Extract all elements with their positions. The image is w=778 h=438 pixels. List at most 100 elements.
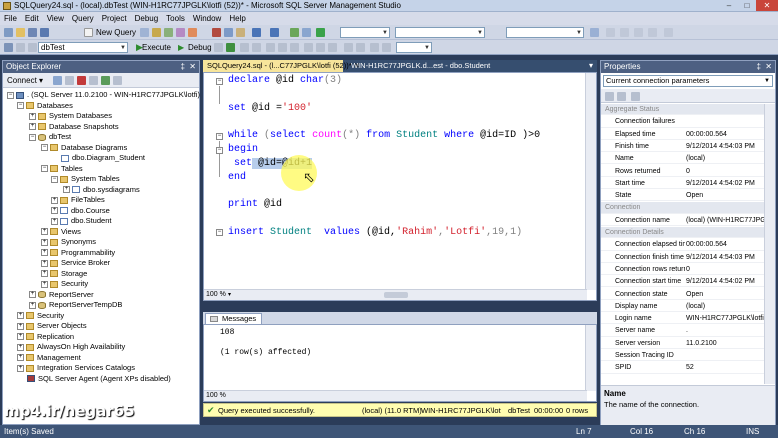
debug-button[interactable]: Debug: [188, 43, 212, 52]
property-row[interactable]: Connection elapsed tim 00:00:00.564: [601, 239, 764, 251]
tree-node-database-diagrams[interactable]: − Database Diagrams: [41, 143, 127, 153]
solution-config-combo[interactable]: ▼: [340, 27, 390, 38]
results-grid-icon[interactable]: [316, 43, 325, 52]
include-plan-icon[interactable]: [278, 43, 287, 52]
cut-icon[interactable]: [212, 28, 221, 37]
property-row[interactable]: Server version 11.0.2100: [601, 338, 764, 349]
specify-values-combo[interactable]: ▼: [396, 42, 432, 53]
property-row[interactable]: Display name (local): [601, 301, 764, 313]
expand-icon[interactable]: +: [41, 259, 48, 267]
tree-node-db-security[interactable]: + Security: [41, 279, 88, 289]
property-row[interactable]: SPID 52: [601, 362, 764, 374]
display-plan-icon[interactable]: [240, 43, 249, 52]
save-all-icon[interactable]: [40, 28, 49, 37]
client-stats-icon[interactable]: [290, 43, 299, 52]
execute-button[interactable]: Execute: [142, 43, 171, 52]
results-file-icon[interactable]: [328, 43, 337, 52]
property-row[interactable]: Connection rows return 0: [601, 264, 764, 276]
tree-node-service-broker[interactable]: + Service Broker: [41, 258, 110, 268]
expand-icon[interactable]: +: [17, 354, 24, 362]
results-horizontal-scrollbar[interactable]: 100 %: [204, 390, 587, 401]
tree-node-synonyms[interactable]: + Synonyms: [41, 237, 96, 247]
new-query-icon[interactable]: [84, 28, 93, 37]
property-row[interactable]: Connection start time 9/12/2014 4:54:02 P…: [601, 276, 764, 288]
parse-icon[interactable]: [226, 43, 235, 52]
analysis-query-icon[interactable]: [152, 28, 161, 37]
redo-icon[interactable]: [270, 28, 279, 37]
query-designer-icon[interactable]: [252, 43, 261, 52]
menu-window[interactable]: Window: [189, 12, 225, 25]
tree-node-database-snapshots[interactable]: + Database Snapshots: [29, 122, 119, 132]
menu-debug[interactable]: Debug: [131, 12, 163, 25]
copy-icon[interactable]: [224, 28, 233, 37]
tree-node-management[interactable]: + Management: [17, 353, 81, 363]
menu-view[interactable]: View: [43, 12, 68, 25]
property-row[interactable]: Name (local): [601, 153, 764, 165]
find-in-files-icon[interactable]: [590, 28, 599, 37]
refresh-icon[interactable]: [101, 76, 110, 85]
property-row[interactable]: Session Tracing ID: [601, 350, 764, 362]
cancel-query-icon[interactable]: [214, 43, 223, 52]
tree-node-reportservertempdb[interactable]: + ReportServerTempDB: [29, 300, 122, 310]
property-pages-icon[interactable]: [631, 92, 640, 101]
collapse-icon[interactable]: −: [51, 175, 58, 183]
open-icon[interactable]: [16, 28, 25, 37]
tree-node-storage[interactable]: + Storage: [41, 269, 87, 279]
results-zoom[interactable]: 100 %: [206, 392, 226, 399]
property-row[interactable]: Finish time 9/12/2014 4:54:03 PM: [601, 141, 764, 153]
filter-icon[interactable]: [89, 76, 98, 85]
tree-node-databases[interactable]: − Databases: [17, 101, 73, 111]
close-panel-icon[interactable]: ✕: [189, 61, 196, 73]
pin-icon[interactable]: ‡: [181, 61, 185, 73]
menu-help[interactable]: Help: [225, 12, 249, 25]
pin-icon[interactable]: ‡: [757, 61, 761, 73]
expand-icon[interactable]: +: [41, 270, 48, 278]
tree-node-programmability[interactable]: + Programmability: [41, 248, 115, 258]
expand-icon[interactable]: +: [17, 322, 24, 330]
collapse-icon[interactable]: −: [17, 102, 24, 110]
change-connection-icon[interactable]: [28, 43, 37, 52]
tree-node-sysdiagrams[interactable]: + dbo.sysdiagrams: [63, 185, 140, 195]
fold-icon[interactable]: −: [216, 133, 223, 140]
tree-node-system-tables[interactable]: − System Tables: [51, 174, 120, 184]
fold-icon[interactable]: −: [216, 147, 223, 154]
tree-node-diagram-student[interactable]: dbo.Diagram_Student: [61, 153, 145, 163]
property-row[interactable]: Connection finish time 9/12/2014 4:54:03 …: [601, 252, 764, 263]
fold-icon[interactable]: −: [216, 78, 223, 85]
property-row[interactable]: Connection failures: [601, 116, 764, 128]
collapse-icon[interactable]: −: [41, 144, 48, 152]
properties-icon[interactable]: [620, 28, 629, 37]
database-combo[interactable]: dbTest ▼: [38, 42, 128, 53]
property-row[interactable]: Connection name (local) (WIN-H1RC77JPGLK\…: [601, 215, 764, 226]
tree-node-alwayson[interactable]: + AlwaysOn High Availability: [17, 342, 125, 352]
editor-vertical-scrollbar[interactable]: [585, 73, 596, 290]
expand-icon[interactable]: +: [29, 301, 36, 309]
tab-dbo-student[interactable]: WIN-H1RC77JPGLK.d...est - dbo.Student: [347, 60, 490, 72]
connect-oe-icon[interactable]: [53, 76, 62, 85]
increase-indent-icon[interactable]: [382, 43, 391, 52]
editor-hscroll-thumb[interactable]: [384, 292, 408, 298]
expand-icon[interactable]: +: [41, 238, 48, 246]
maximize-button[interactable]: □: [738, 0, 756, 11]
expand-icon[interactable]: +: [51, 217, 58, 225]
paste-icon[interactable]: [236, 28, 245, 37]
property-row[interactable]: Rows returned 0: [601, 166, 764, 177]
tree-node-reportserver[interactable]: + ReportServer: [29, 290, 94, 300]
property-row[interactable]: Login name WIN-H1RC77JPGLK\lotfi: [601, 313, 764, 325]
property-row[interactable]: State Open: [601, 190, 764, 202]
find-combo[interactable]: ▼: [506, 27, 584, 38]
expand-icon[interactable]: +: [29, 112, 36, 120]
property-row[interactable]: Start time 9/12/2014 4:54:02 PM: [601, 178, 764, 190]
stop-icon[interactable]: [77, 76, 86, 85]
toolbox-icon[interactable]: [634, 28, 643, 37]
expand-icon[interactable]: +: [17, 343, 24, 351]
properties-scrollbar[interactable]: [764, 104, 775, 384]
xmla-query-icon[interactable]: [188, 28, 197, 37]
menu-file[interactable]: File: [0, 12, 21, 25]
properties-object-combo[interactable]: Current connection parameters ▼: [603, 75, 773, 87]
menu-query[interactable]: Query: [68, 12, 98, 25]
property-row[interactable]: Connection state Open: [601, 289, 764, 300]
uncomment-icon[interactable]: [356, 43, 365, 52]
expand-icon[interactable]: +: [51, 207, 58, 215]
tree-node-system-databases[interactable]: + System Databases: [29, 111, 112, 121]
